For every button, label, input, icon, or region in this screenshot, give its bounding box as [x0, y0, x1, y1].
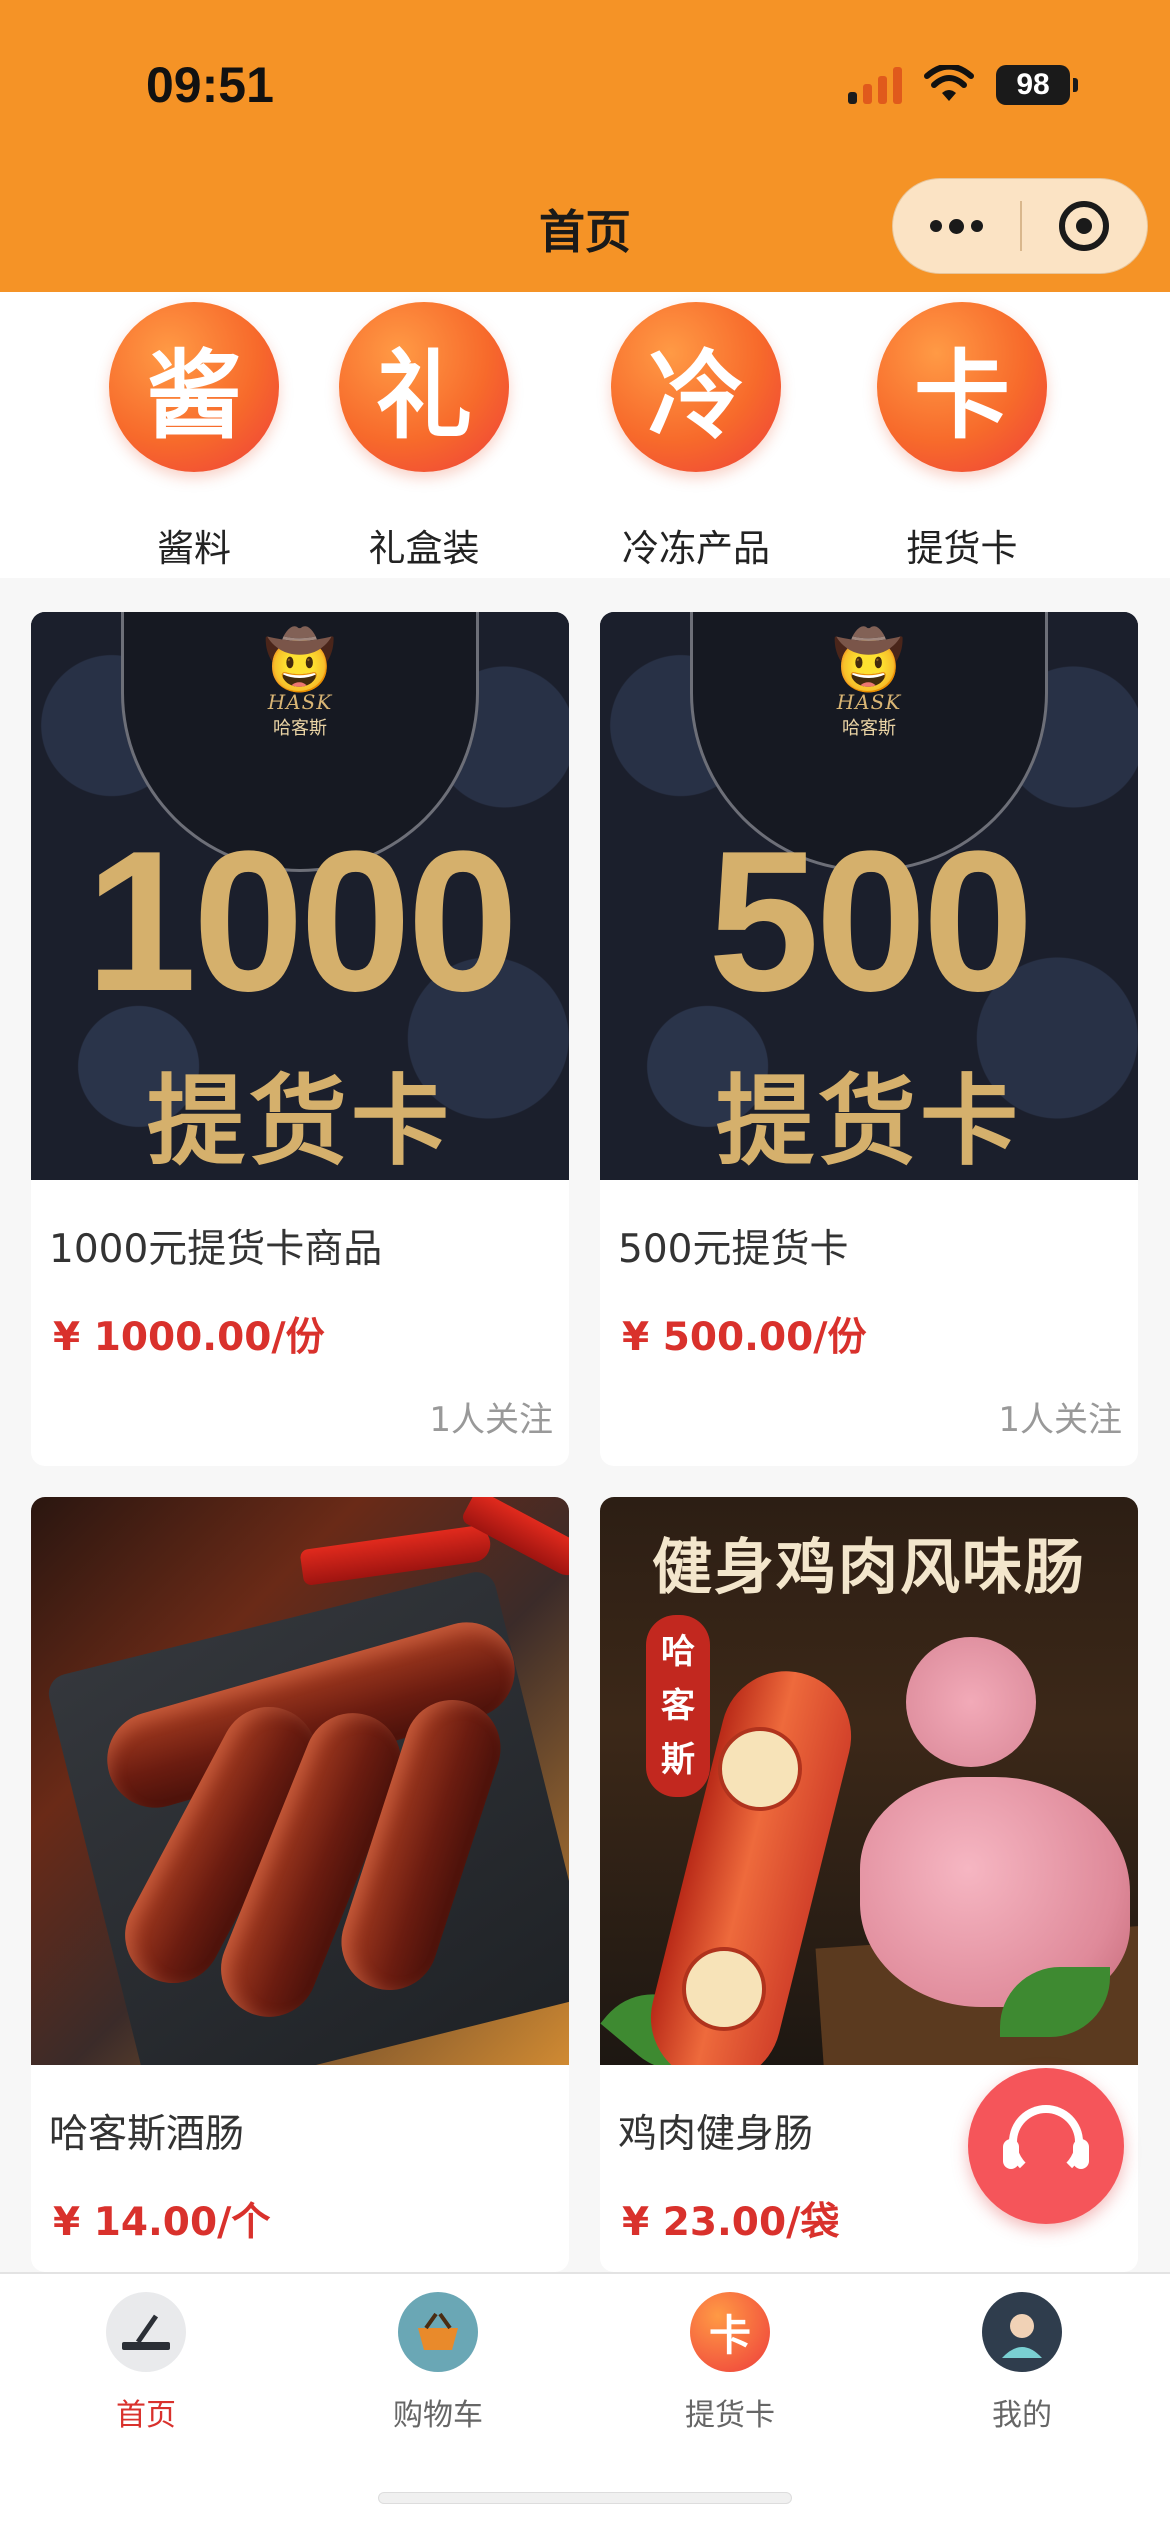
avatar-icon: [982, 2292, 1062, 2372]
category-frozen[interactable]: 冷 冷冻产品: [586, 292, 806, 572]
status-time: 09:51: [146, 57, 274, 113]
tab-home[interactable]: 首页: [46, 2292, 246, 2434]
customer-service-button[interactable]: [968, 2068, 1124, 2224]
product-card[interactable]: 🤠 HASK 哈客斯 500 提货卡 500元提货卡 ¥ 500.00/份 1人…: [600, 612, 1138, 1466]
tab-label: 我的: [992, 2398, 1052, 2433]
card-amount: 1000: [85, 810, 519, 1033]
home-icon: [106, 2292, 186, 2372]
signal-icon: [848, 66, 902, 104]
product-price: ¥ 1000.00/份: [53, 1315, 325, 1360]
category-icon: 酱: [109, 302, 279, 472]
category-icon: 礼: [339, 302, 509, 472]
product-card[interactable]: 哈客斯酒肠 ¥ 14.00/个: [31, 1497, 569, 2272]
tab-label: 提货卡: [685, 2398, 775, 2433]
card-amount: 500: [708, 810, 1034, 1033]
home-indicator: [378, 2492, 792, 2504]
tab-mine[interactable]: 我的: [922, 2292, 1122, 2434]
category-label: 冷冻产品: [622, 527, 770, 570]
target-close-icon[interactable]: [1022, 179, 1147, 273]
product-followers: 1人关注: [429, 1400, 553, 1440]
image-title: 健身鸡肉风味肠: [652, 1533, 1086, 1603]
category-pickup-card[interactable]: 卡 提货卡: [852, 292, 1072, 572]
tab-label: 购物车: [393, 2398, 483, 2433]
product-price: ¥ 14.00/个: [53, 2200, 271, 2245]
product-price: ¥ 23.00/袋: [622, 2200, 840, 2245]
category-icon: 冷: [611, 302, 781, 472]
card-text: 提货卡: [715, 1065, 1022, 1179]
tab-label: 首页: [116, 2398, 176, 2433]
category-label: 酱料: [157, 527, 231, 570]
image-vertical-label: 哈客斯: [646, 1615, 710, 1797]
product-name: 哈客斯酒肠: [49, 2112, 245, 2157]
product-image[interactable]: 🤠 HASK 哈客斯 500 提货卡: [600, 612, 1138, 1180]
product-name: 鸡肉健身肠: [618, 2112, 814, 2157]
headset-icon: [1003, 2105, 1089, 2179]
card-icon: 卡: [690, 2292, 770, 2372]
product-followers: 1人关注: [998, 1400, 1122, 1440]
card-text: 提货卡: [146, 1065, 453, 1179]
product-image[interactable]: 健身鸡肉风味肠 哈客斯: [600, 1497, 1138, 2065]
tab-pickup-card[interactable]: 卡 提货卡: [630, 2292, 830, 2434]
category-icon: 卡: [877, 302, 1047, 472]
product-name: 1000元提货卡商品: [49, 1227, 383, 1272]
battery-indicator: 98: [996, 65, 1078, 105]
product-image[interactable]: 🤠 HASK 哈客斯 1000 提货卡: [31, 612, 569, 1180]
category-label: 提货卡: [906, 527, 1018, 570]
product-card[interactable]: 🤠 HASK 哈客斯 1000 提货卡 1000元提货卡商品 ¥ 1000.00…: [31, 612, 569, 1466]
category-label: 礼盒装: [368, 527, 480, 570]
more-dots-icon[interactable]: [893, 179, 1020, 273]
category-row: 酱 酱料 礼 礼盒装 冷 冷冻产品 卡 提货卡: [0, 292, 1170, 578]
wifi-icon: [924, 65, 974, 101]
status-icons: 98: [848, 62, 1078, 108]
tab-cart[interactable]: 购物车: [338, 2292, 538, 2434]
brand-logo: 🤠 HASK 哈客斯: [263, 626, 337, 739]
category-sauce[interactable]: 酱 酱料: [84, 292, 304, 572]
header-bar: 09:51 98 首页: [0, 0, 1170, 292]
brand-logo: 🤠 HASK 哈客斯: [832, 626, 906, 739]
basket-icon: [398, 2292, 478, 2372]
product-image[interactable]: [31, 1497, 569, 2065]
category-giftbox[interactable]: 礼 礼盒装: [314, 292, 534, 572]
miniprogram-capsule: [892, 178, 1148, 274]
product-name: 500元提货卡: [618, 1227, 849, 1272]
product-price: ¥ 500.00/份: [622, 1315, 867, 1360]
